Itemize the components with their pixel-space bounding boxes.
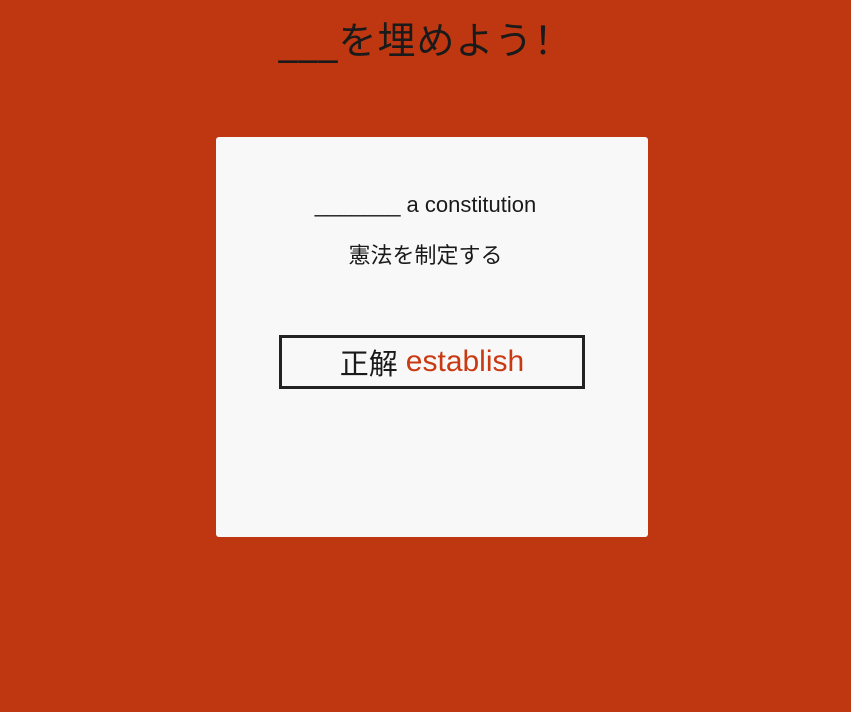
answer-word: establish [405, 345, 525, 378]
answer-box: 正解 establish [279, 335, 585, 389]
quiz-question: _______ a constitution [314, 192, 537, 217]
quiz-translation: 憲法を制定する [348, 244, 503, 269]
answer-label: 正解 [339, 347, 398, 381]
page-title: ___を埋めよう！ [278, 19, 573, 63]
